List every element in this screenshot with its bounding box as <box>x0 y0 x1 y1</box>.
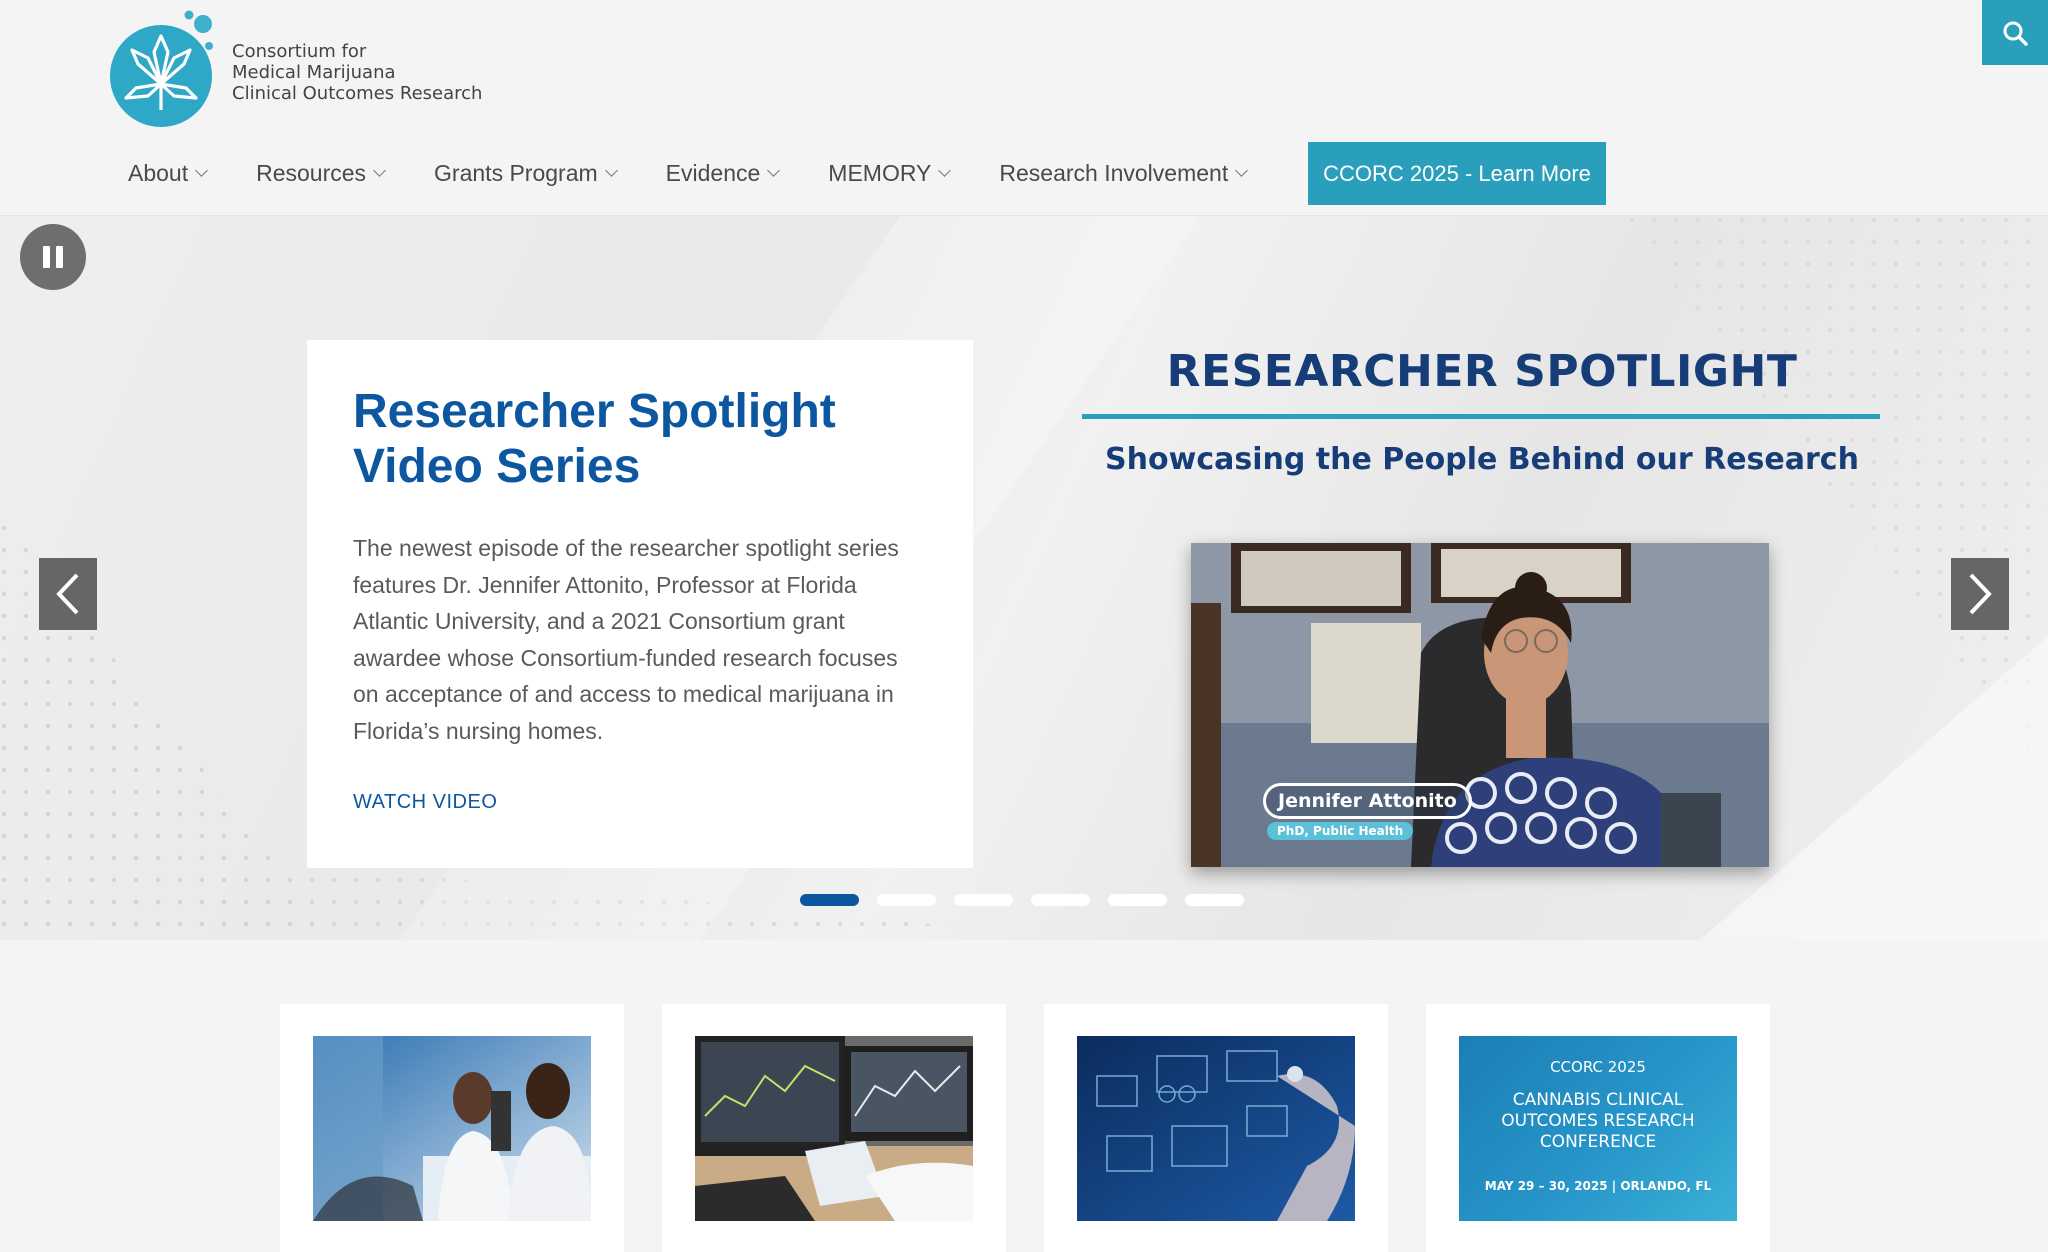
slide-dot-3[interactable] <box>954 894 1013 906</box>
arrow-left-icon <box>56 573 79 615</box>
nav-label: Resources <box>256 159 367 186</box>
slide-dot-4[interactable] <box>1031 894 1090 906</box>
pause-button[interactable] <box>20 224 86 290</box>
nav-label: Evidence <box>665 159 761 186</box>
logo-line-3: Clinical Outcomes Research <box>232 82 483 104</box>
data-analytics-image <box>1077 1036 1355 1221</box>
search-icon <box>2003 21 2028 46</box>
chevron-down-icon <box>373 163 386 177</box>
conference-brand: CCORC 2025 <box>1550 1058 1646 1076</box>
watch-video-link[interactable]: WATCH VIDEO <box>353 791 927 814</box>
spotlight-divider <box>1082 414 1880 419</box>
nav-label: Grants Program <box>434 159 598 186</box>
nav-item-research-involvement[interactable]: Research Involvement <box>999 153 1249 193</box>
site-header: Consortium for Medical Marijuana Clinica… <box>0 0 2048 216</box>
slide-pagination <box>800 894 1262 906</box>
ccorc-conference-banner: CCORC 2025 CANNABIS CLINICAL OUTCOMES RE… <box>1459 1036 1737 1221</box>
spotlight-heading: RESEARCHER SPOTLIGHT <box>1166 346 1798 397</box>
logo-line-1: Consortium for <box>232 40 367 62</box>
slide-dot-5[interactable] <box>1108 894 1167 906</box>
conference-title-line: OUTCOMES RESEARCH <box>1501 1111 1695 1131</box>
nav-item-evidence[interactable]: Evidence <box>665 153 781 193</box>
nav-label: MEMORY <box>828 159 932 186</box>
feature-tile[interactable] <box>1044 1004 1388 1252</box>
researcher-title: PhD, Public Health <box>1267 822 1414 840</box>
feature-tile[interactable]: CCORC 2025 CANNABIS CLINICAL OUTCOMES RE… <box>1426 1004 1770 1252</box>
logo-icon <box>108 6 224 128</box>
nav-item-memory[interactable]: MEMORY <box>828 153 952 193</box>
arrow-right-icon <box>1969 573 1992 615</box>
chevron-down-icon <box>938 163 952 177</box>
slide-title: Researcher Spotlight Video Series <box>353 385 836 493</box>
slide-card: Researcher Spotlight Video Series The ne… <box>307 340 973 868</box>
logo-line-2: Medical Marijuana <box>232 61 396 83</box>
slide-description: The newest episode of the researcher spo… <box>353 535 899 744</box>
pause-icon <box>56 246 63 268</box>
ccorc-learn-more-button[interactable]: CCORC 2025 - Learn More <box>1308 142 1606 205</box>
search-button[interactable] <box>1982 0 2048 65</box>
chevron-down-icon <box>195 163 208 177</box>
spotlight-subheading: Showcasing the People Behind our Researc… <box>1105 442 1859 477</box>
video-thumbnail[interactable]: Jennifer Attonito PhD, Public Health <box>1191 543 1769 867</box>
slide-dot-1[interactable] <box>800 894 859 906</box>
logo-text: Consortium for Medical Marijuana Clinica… <box>232 41 482 104</box>
chevron-down-icon <box>1235 163 1249 177</box>
feature-tiles: CCORC 2025 CANNABIS CLINICAL OUTCOMES RE… <box>280 1004 1808 1252</box>
prev-slide-button[interactable] <box>39 558 97 630</box>
next-slide-button[interactable] <box>1951 558 2009 630</box>
pause-icon <box>43 246 50 268</box>
nav-item-about[interactable]: About <box>128 153 208 193</box>
conference-title-line: CANNABIS CLINICAL <box>1512 1090 1684 1110</box>
financial-charts-image <box>695 1036 973 1221</box>
conference-date: MAY 29 – 30, 2025 | ORLANDO, FL <box>1484 1179 1712 1193</box>
site-logo[interactable]: Consortium for Medical Marijuana Clinica… <box>108 6 482 128</box>
feature-tile[interactable] <box>280 1004 624 1252</box>
video-name-badge: Jennifer Attonito PhD, Public Health <box>1263 783 1472 840</box>
slide-dot-6[interactable] <box>1185 894 1244 906</box>
lab-researchers-image <box>313 1036 591 1221</box>
main-nav: About Resources Grants Program Evidence … <box>128 140 1296 206</box>
nav-label: About <box>128 159 189 186</box>
feature-tile[interactable] <box>662 1004 1006 1252</box>
slide-dot-2[interactable] <box>877 894 936 906</box>
researcher-name: Jennifer Attonito <box>1263 783 1472 819</box>
nav-item-grants-program[interactable]: Grants Program <box>434 153 618 193</box>
nav-item-resources[interactable]: Resources <box>256 153 386 193</box>
hero-slider: Researcher Spotlight Video Series The ne… <box>0 216 2048 940</box>
conference-title-line: CONFERENCE <box>1539 1132 1657 1152</box>
chevron-down-icon <box>604 163 618 177</box>
nav-label: Research Involvement <box>999 159 1229 186</box>
chevron-down-icon <box>767 163 781 177</box>
conference-title: CANNABIS CLINICAL OUTCOMES RESEARCH CONF… <box>1459 1090 1737 1153</box>
